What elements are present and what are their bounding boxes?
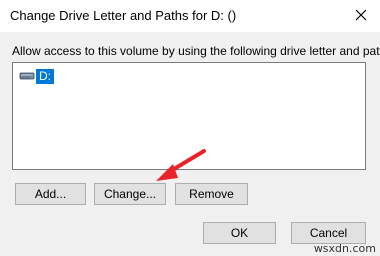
cancel-button[interactable]: Cancel (291, 222, 366, 244)
remove-button[interactable]: Remove (175, 183, 248, 205)
title-bar: Change Drive Letter and Paths for D: () (0, 0, 380, 32)
instruction-text: Allow access to this volume by using the… (12, 44, 380, 58)
list-item-label: D: (36, 68, 54, 84)
change-button[interactable]: Change... (94, 183, 166, 205)
add-button[interactable]: Add... (15, 183, 86, 205)
change-drive-letter-dialog: Change Drive Letter and Paths for D: () … (0, 0, 380, 256)
drive-icon (19, 72, 35, 80)
close-icon (355, 9, 367, 21)
list-item-drive-d[interactable]: D: (19, 68, 54, 84)
drive-paths-listbox[interactable]: D: (12, 62, 366, 170)
ok-button[interactable]: OK (203, 222, 276, 244)
dialog-title: Change Drive Letter and Paths for D: () (10, 8, 237, 23)
close-button[interactable] (344, 1, 378, 29)
watermark-text: wsxdn.com (313, 242, 376, 255)
